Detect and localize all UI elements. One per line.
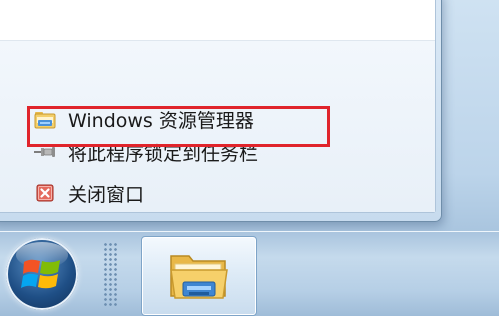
windows-logo-icon (21, 259, 60, 289)
jump-item-close-window[interactable]: 关闭窗口 (34, 178, 144, 208)
folder-explorer-icon (170, 255, 228, 299)
taskbar-grip[interactable] (103, 242, 117, 306)
close-window-icon (34, 182, 56, 204)
jump-list-recent-area (0, 0, 435, 41)
taskbar-explorer-button[interactable] (141, 236, 257, 316)
start-button[interactable] (6, 238, 78, 310)
jump-item-label: 关闭窗口 (68, 183, 145, 206)
highlight-annotation (27, 106, 330, 147)
taskbar (0, 231, 499, 316)
